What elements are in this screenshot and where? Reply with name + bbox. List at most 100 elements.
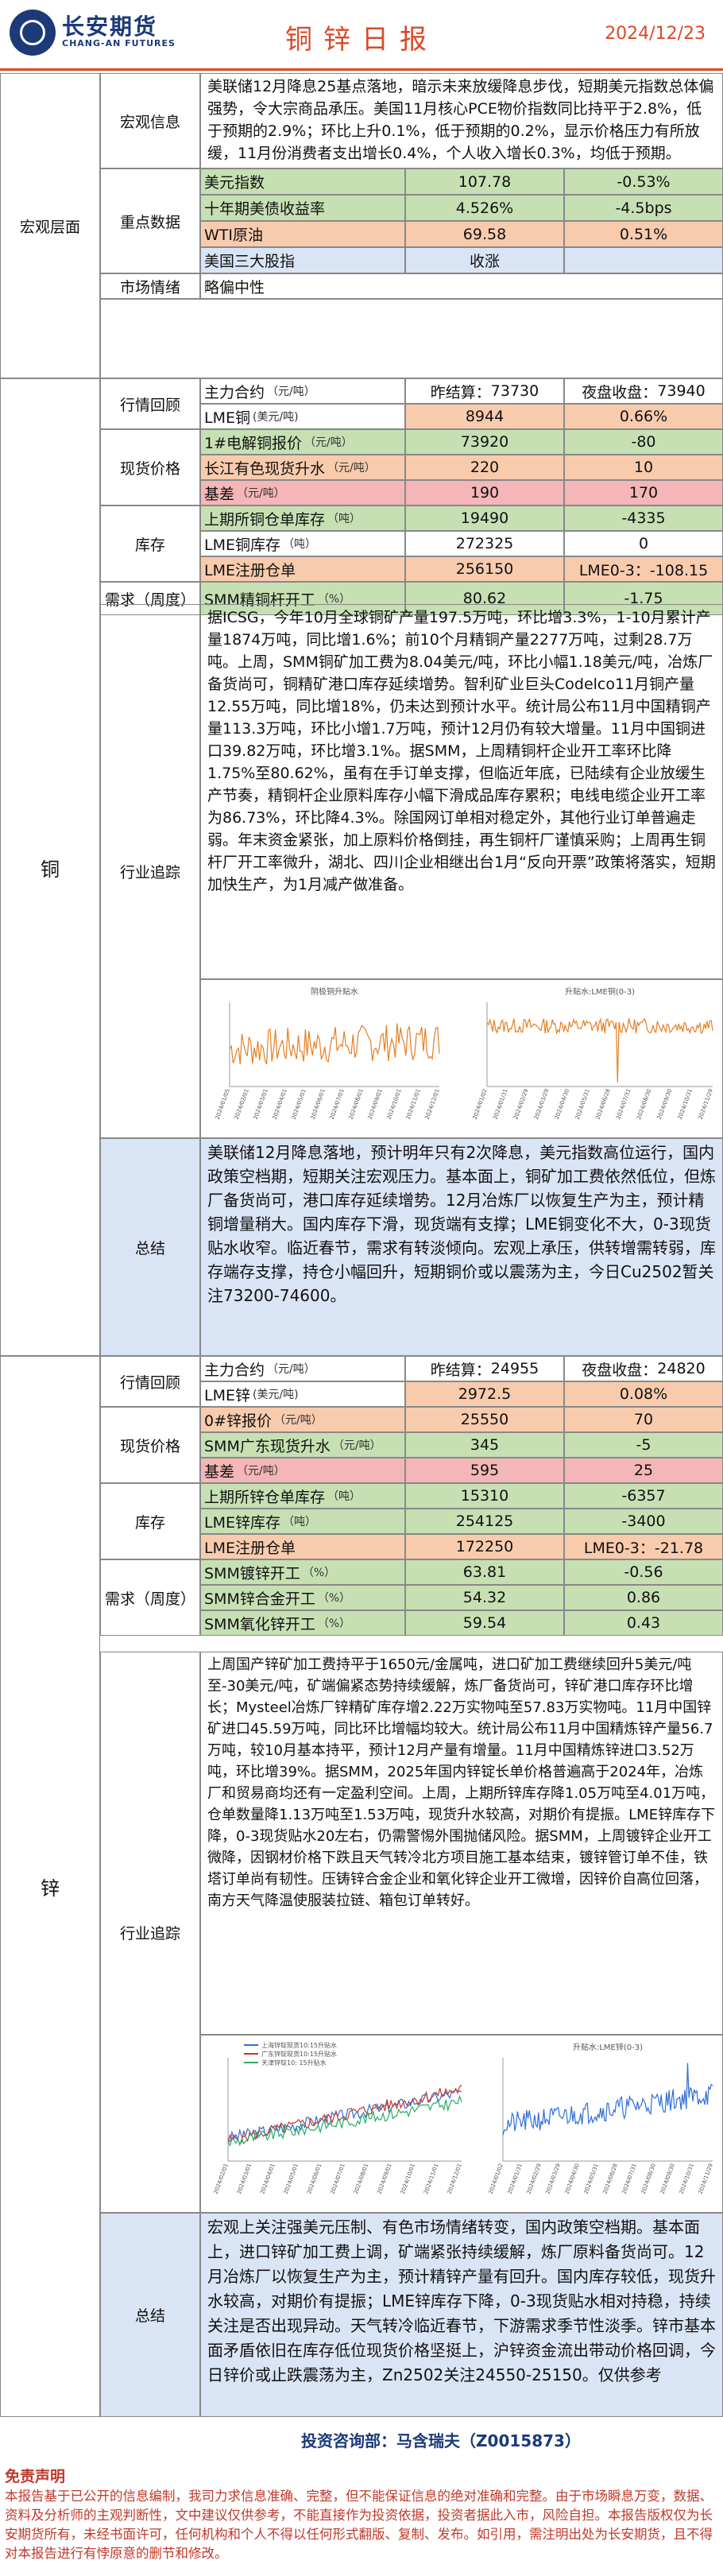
zinc-spot-row-change: -5 bbox=[564, 1432, 723, 1458]
demand-row-unit-text: （%） bbox=[317, 1592, 351, 1605]
copper-summary-label: 总结 bbox=[100, 1138, 200, 1356]
x-tick-label: 2024/07/31 bbox=[621, 2163, 638, 2195]
series-line bbox=[227, 2094, 462, 2147]
copper-lme-change: 0.66% bbox=[564, 404, 723, 429]
x-tick-label: 2024/06/01 bbox=[310, 1088, 327, 1121]
zinc-quote-label: 行情回顾 bbox=[100, 1356, 200, 1407]
prev-settle-label: 昨结算： bbox=[430, 383, 491, 401]
zinc-spot-row-change: 25 bbox=[564, 1458, 723, 1483]
copper-stock-row-value: 272325 bbox=[405, 531, 564, 556]
spot-row-name-text: 1#电解铜报价 bbox=[204, 434, 303, 452]
stock-row-name-text: 上期所铜仓单库存 bbox=[204, 510, 326, 529]
zinc-spot-row-name: 0#锌报价 （元/吨） bbox=[200, 1407, 405, 1432]
x-tick-label: 2024/03/01 bbox=[253, 1088, 269, 1121]
x-tick-label: 2024/02/29 bbox=[512, 1088, 529, 1121]
x-tick-label: 2024/05/31 bbox=[574, 1088, 591, 1121]
copper-spot-label: 现货价格 bbox=[100, 429, 200, 506]
x-tick-label: 2024/11/01 bbox=[423, 2163, 439, 2195]
x-tick-label: 2024/10/31 bbox=[677, 1088, 694, 1121]
zinc-demand-label: 需求（周度） bbox=[100, 1559, 200, 1636]
contract-label-text: 主力合约 bbox=[204, 1361, 265, 1379]
x-tick-label: 2024/09/30 bbox=[656, 1088, 673, 1121]
copper-lme-value: 8944 bbox=[405, 404, 564, 429]
demand-row-name-text: SMM氧化锌开工 bbox=[204, 1615, 315, 1633]
lme-unit-text: (美元/吨) bbox=[252, 411, 299, 424]
copper-section-label: 铜 bbox=[0, 378, 100, 1356]
x-tick-label: 2024/04/01 bbox=[259, 2163, 276, 2195]
copper-stock-row-name: 上期所铜仓单库存 （吨） bbox=[200, 506, 405, 531]
x-tick-label: 2024/09/01 bbox=[367, 1088, 384, 1121]
chart-title: 阴极铜升贴水 bbox=[311, 986, 358, 997]
zinc-stock-row-change: -3400 bbox=[564, 1509, 723, 1534]
spot-row-name-text: 基差 bbox=[204, 1462, 235, 1481]
stock-row-unit-text: （吨） bbox=[282, 1516, 316, 1528]
x-tick-label: 2024/07/31 bbox=[615, 1088, 632, 1121]
copper-prev-settle: 昨结算： 73730 bbox=[405, 378, 564, 404]
macro-row-value: 4.526% bbox=[405, 195, 564, 221]
stock-row-name-text: LME锌库存 bbox=[204, 1513, 280, 1532]
x-tick-label: 2024/09/01 bbox=[376, 2163, 392, 2195]
zinc-spot-row-change: 70 bbox=[564, 1407, 723, 1432]
x-tick-label: 2024/10/01 bbox=[386, 1088, 403, 1121]
prev-settle-value: 73730 bbox=[490, 382, 539, 400]
x-tick-label: 2024/03/29 bbox=[545, 2163, 562, 2195]
x-tick-label: 2024/04/30 bbox=[564, 2163, 581, 2195]
zinc-lme-value: 2972.5 bbox=[405, 1381, 564, 1407]
zinc-demand-row-value: 63.81 bbox=[405, 1559, 564, 1585]
chart-title: 升贴水:LME锌(0-3) bbox=[573, 2042, 643, 2052]
copper-spot-row-change: 10 bbox=[564, 455, 723, 480]
report-footer: 投资咨询部：马含瑞夫（Z0015873） 免责声明 本报告基于已公开的信息编制，… bbox=[0, 2417, 723, 2576]
copper-summary-text: 美联储12月降息落地，预计明年只有2次降息，美元指数高位运行，国内政策空档期，短… bbox=[200, 1138, 723, 1356]
stock-row-unit-text: （吨） bbox=[327, 1490, 362, 1503]
copper-lme-spread-chart: 升贴水:LME铜(0-3) 2024/01/02 2024/01/31 2024/02… bbox=[472, 986, 714, 1121]
stock-row-name-text: LME注册仓单 bbox=[204, 1539, 296, 1557]
zinc-stock-row-name: LME锌库存 （吨） bbox=[200, 1509, 405, 1534]
zinc-demand-row-name: SMM锌合金开工 （%） bbox=[200, 1585, 405, 1610]
macro-row-change bbox=[564, 247, 723, 273]
spot-row-unit-text: （元/吨） bbox=[332, 1439, 381, 1452]
x-tick-label: 2024/02/29 bbox=[526, 2163, 543, 2195]
macro-row-value: 收涨 bbox=[405, 247, 564, 273]
zinc-demand-row-value: 54.32 bbox=[405, 1585, 564, 1610]
night-close-value: 24820 bbox=[657, 1360, 706, 1377]
stock-row-name-text: LME铜库存 bbox=[204, 536, 280, 554]
zinc-industry-text: 上周国产锌矿加工费持平于1650元/金属吨，进口矿加工费继续回升5美元/吨至-3… bbox=[200, 1652, 723, 2035]
x-tick-label: 2024/11/29 bbox=[698, 2163, 714, 2195]
demand-row-unit-text: （%） bbox=[302, 1567, 336, 1579]
spot-row-name-text: 基差 bbox=[204, 485, 235, 503]
x-tick-label: 2024/01/31 bbox=[492, 1088, 508, 1121]
lme-unit-text: (美元/吨) bbox=[252, 1389, 299, 1401]
chart-title: 升贴水:LME铜(0-3) bbox=[565, 986, 635, 997]
copper-spot-row-change: 170 bbox=[564, 480, 723, 506]
copper-stock-row-change: 0 bbox=[564, 531, 723, 556]
x-tick-label: 2024/04/30 bbox=[554, 1088, 570, 1121]
macro-row-value: 69.58 bbox=[405, 221, 564, 247]
x-tick-label: 2024/11/29 bbox=[698, 1088, 714, 1121]
series-line bbox=[227, 2090, 462, 2143]
zinc-spot-row-name: 基差 （元/吨） bbox=[200, 1458, 405, 1483]
copper-charts: 阴极铜升贴水 2024/01/05 2024/02/01 2024/03/01 2024… bbox=[200, 979, 723, 1138]
series-line bbox=[229, 1023, 440, 1065]
macro-row-value: 107.78 bbox=[405, 169, 564, 195]
copper-stock-row-name: LME铜库存 （吨） bbox=[200, 531, 405, 556]
macro-section-label: 宏观层面 bbox=[0, 73, 100, 378]
x-tick-label: 2024/01/31 bbox=[507, 2163, 524, 2195]
zinc-stock-row-change: -6357 bbox=[564, 1483, 723, 1509]
legend-label: 广东锌锭现货10:15升贴水 bbox=[261, 2050, 337, 2058]
copper-spot-row-change: -80 bbox=[564, 429, 723, 455]
x-tick-label: 2024/08/01 bbox=[348, 1088, 365, 1121]
copper-lme-label: LME铜 (美元/吨) bbox=[200, 404, 405, 429]
spot-row-unit-text: （元/吨） bbox=[237, 1465, 285, 1478]
zinc-stock-label: 库存 bbox=[100, 1483, 200, 1559]
zinc-stock-row-value: 172250 bbox=[405, 1534, 564, 1559]
copper-stock-row-change: LME0-3：-108.15 bbox=[564, 556, 723, 582]
spot-row-unit-text: （元/吨） bbox=[237, 487, 285, 500]
spot-row-name-text: SMM广东现货升水 bbox=[204, 1437, 331, 1455]
zinc-spot-premium-chart: 上海锌锭现货10:15升贴水广东锌锭现货10:15升贴水天津锌锭10: 15升贴… bbox=[213, 2041, 463, 2195]
zinc-stock-row-change: LME0-3：-21.78 bbox=[564, 1534, 723, 1559]
contract-label-text: 主力合约 bbox=[204, 383, 265, 401]
demand-row-name-text: SMM锌合金开工 bbox=[204, 1590, 315, 1608]
zinc-spot-row-value: 25550 bbox=[405, 1407, 564, 1432]
zinc-prev-settle: 昨结算： 24955 bbox=[405, 1356, 564, 1381]
macro-info-label: 宏观信息 bbox=[100, 73, 200, 169]
